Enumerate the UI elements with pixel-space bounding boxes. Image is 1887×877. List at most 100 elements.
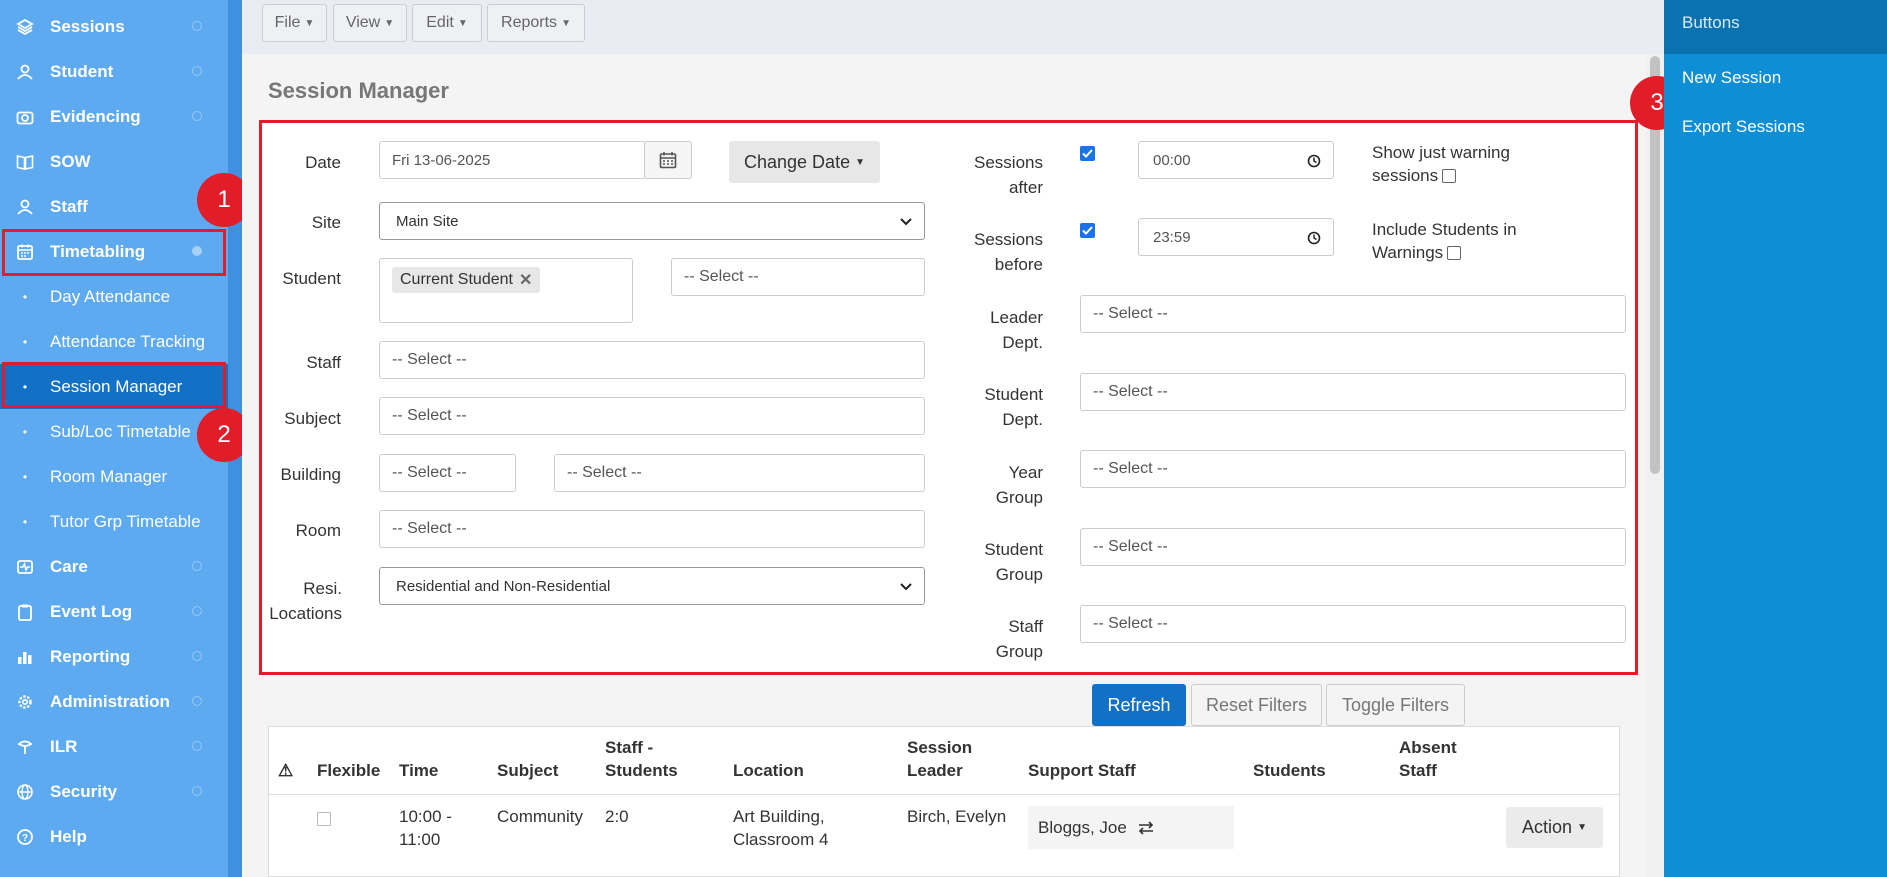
chevron-down-icon xyxy=(900,218,912,226)
sidebar-item-evidencing[interactable]: Evidencing xyxy=(0,94,228,139)
after-label-line2: after xyxy=(1008,178,1043,197)
sdept-label-line1: Student xyxy=(984,385,1043,404)
sessions-before-label: Sessions before xyxy=(953,227,1043,277)
sidebar-item-label: ILR xyxy=(50,736,78,756)
status-dot xyxy=(192,651,202,661)
file-menu-button[interactable]: File ▼ xyxy=(262,4,327,42)
staff-group-label: Staff Group xyxy=(953,614,1043,664)
edit-menu-button[interactable]: Edit ▼ xyxy=(412,4,482,42)
header-support-staff: Support Staff xyxy=(1028,761,1136,780)
sidebar-item-event-log[interactable]: Event Log xyxy=(0,589,228,634)
year-group-select[interactable]: -- Select -- xyxy=(1080,450,1626,488)
sidebar-item-label: Staff xyxy=(50,196,88,216)
sidebar-item-administration[interactable]: Administration xyxy=(0,679,228,724)
sidebar-item-sow[interactable]: SOW xyxy=(0,139,228,184)
status-dot xyxy=(192,696,202,706)
bullet-icon: • xyxy=(22,514,28,529)
status-dot xyxy=(192,561,202,571)
date-input[interactable]: Fri 13-06-2025 xyxy=(379,141,645,179)
show-warning-label: Show just warning sessions xyxy=(1372,141,1510,187)
student-secondary-select[interactable]: -- Select -- xyxy=(671,258,925,296)
swap-icon[interactable] xyxy=(1137,820,1155,835)
sessions-before-time-input[interactable]: 23:59 xyxy=(1138,218,1334,256)
chevron-down-icon: ▼ xyxy=(561,17,571,29)
chevron-down-icon: ▼ xyxy=(855,156,865,168)
toggle-filters-button[interactable]: Toggle Filters xyxy=(1326,684,1465,726)
sidebar-item-label: Security xyxy=(50,781,118,801)
row-time-line2: 11:00 xyxy=(399,830,441,849)
sidebar-subitem-attendance-tracking[interactable]: • Attendance Tracking xyxy=(0,319,228,364)
status-dot xyxy=(192,741,202,751)
sessions-after-checkbox[interactable] xyxy=(1080,146,1095,161)
action-dropdown-button[interactable]: Action ▼ xyxy=(1506,807,1603,848)
sessions-after-time-input[interactable]: 00:00 xyxy=(1138,141,1334,179)
sidebar-item-ilr[interactable]: ILR xyxy=(0,724,228,769)
row-staff-students: 2:0 xyxy=(605,807,629,826)
new-session-link[interactable]: New Session xyxy=(1682,68,1781,88)
site-label: Site xyxy=(311,213,341,232)
edit-menu-label: Edit xyxy=(426,14,454,31)
check-icon xyxy=(1082,149,1093,158)
refresh-button[interactable]: Refresh xyxy=(1092,684,1186,726)
support-staff-name: Bloggs, Joe xyxy=(1038,817,1127,837)
row-location: Art Building, Classroom 4 xyxy=(733,805,828,851)
site-select[interactable]: Main Site xyxy=(379,202,925,240)
student-group-select[interactable]: -- Select -- xyxy=(1080,528,1626,566)
building-select-primary[interactable]: -- Select -- xyxy=(379,454,516,492)
sgroup-label-line1: Student xyxy=(984,540,1043,559)
calendar-button[interactable] xyxy=(644,141,692,179)
sidebar-item-label: Administration xyxy=(50,691,170,711)
subject-select[interactable]: -- Select -- xyxy=(379,397,925,435)
view-menu-button[interactable]: View ▼ xyxy=(333,4,407,42)
student-tag-field[interactable]: Current Student ✕ xyxy=(379,258,633,323)
sidebar-subitem-sub-loc-timetable[interactable]: • Sub/Loc Timetable xyxy=(0,409,228,454)
show-warning-checkbox[interactable] xyxy=(1442,168,1457,183)
reports-menu-button[interactable]: Reports ▼ xyxy=(487,4,585,42)
svg-text:?: ? xyxy=(22,833,28,844)
sidebar-item-sessions[interactable]: Sessions xyxy=(0,4,228,49)
student-dept-select[interactable]: -- Select -- xyxy=(1080,373,1626,411)
clock-icon xyxy=(1307,154,1321,168)
room-select[interactable]: -- Select -- xyxy=(379,510,925,548)
sidebar-subitem-room-manager[interactable]: • Room Manager xyxy=(0,454,228,499)
sidebar-subitem-label: Tutor Grp Timetable xyxy=(50,511,201,531)
after-label-line1: Sessions xyxy=(974,153,1043,172)
sidebar-item-reporting[interactable]: Reporting xyxy=(0,634,228,679)
support-staff-chip[interactable]: Bloggs, Joe xyxy=(1028,806,1234,849)
status-dot xyxy=(192,21,202,31)
resi-locations-select[interactable]: Residential and Non-Residential xyxy=(379,567,925,605)
header-students: Students xyxy=(1253,761,1326,780)
sidebar-subitem-label: Attendance Tracking xyxy=(50,331,205,351)
sidebar-item-security[interactable]: Security xyxy=(0,769,228,814)
remove-tag-icon[interactable]: ✕ xyxy=(519,270,532,290)
export-sessions-link[interactable]: Export Sessions xyxy=(1682,117,1805,137)
buttons-panel-title: Buttons xyxy=(1682,13,1740,32)
reset-filters-button[interactable]: Reset Filters xyxy=(1191,684,1322,726)
row-session-leader: Birch, Evelyn xyxy=(907,807,1007,826)
sidebar-item-care[interactable]: Care xyxy=(0,544,228,589)
student-group-label: Student Group xyxy=(953,537,1043,587)
header-absent-staff: Absent Staff xyxy=(1399,736,1457,782)
sessions-before-checkbox[interactable] xyxy=(1080,223,1095,238)
change-date-button[interactable]: Change Date ▼ xyxy=(729,141,880,183)
sidebar-subitem-day-attendance[interactable]: • Day Attendance xyxy=(0,274,228,319)
staff-group-select[interactable]: -- Select -- xyxy=(1080,605,1626,643)
incl-label-line1: Include Students in xyxy=(1372,220,1517,239)
staffgrp-label-line1: Staff xyxy=(1008,617,1043,636)
students-icon xyxy=(0,63,50,81)
sidebar-subitem-tutor-grp-timetable[interactable]: • Tutor Grp Timetable xyxy=(0,499,228,544)
staff-select[interactable]: -- Select -- xyxy=(379,341,925,379)
sidebar-item-staff[interactable]: Staff xyxy=(0,184,228,229)
sidebar-item-student[interactable]: Student xyxy=(0,49,228,94)
before-label-line2: before xyxy=(994,255,1043,274)
care-icon xyxy=(0,558,50,576)
flexible-checkbox[interactable] xyxy=(317,812,331,826)
include-students-checkbox[interactable] xyxy=(1447,245,1462,260)
row-time: 10:00 - 11:00 xyxy=(399,805,452,851)
sidebar-item-help[interactable]: ? Help xyxy=(0,814,228,859)
leader-dept-select[interactable]: -- Select -- xyxy=(1080,295,1626,333)
header-leader-line2: Leader xyxy=(907,761,963,780)
main-scrollbar[interactable] xyxy=(1646,54,1664,877)
header-leader-line1: Session xyxy=(907,738,973,757)
building-select-secondary[interactable]: -- Select -- xyxy=(554,454,925,492)
